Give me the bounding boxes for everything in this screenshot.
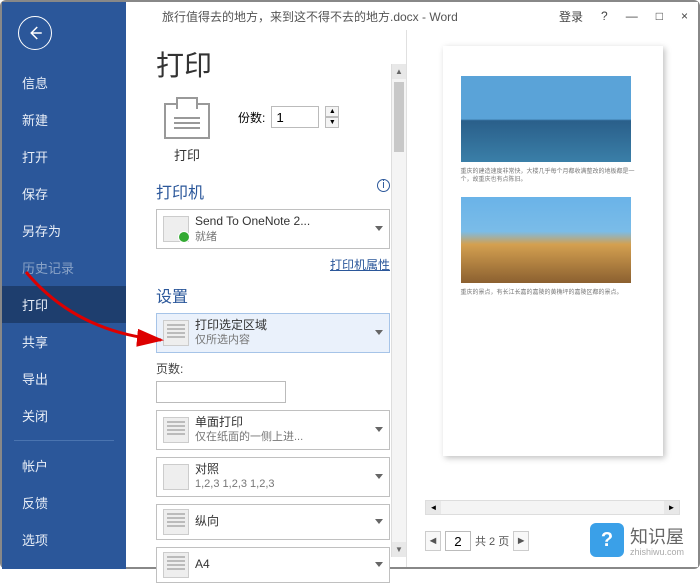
printer-status-icon	[163, 216, 189, 242]
preview-caption-1: 重庆的建造速度非常快，大楼几乎每个月都收满整改的地板都是一个，故重庆也有点陈旧。	[461, 168, 645, 185]
login-link[interactable]: 登录	[559, 8, 583, 25]
duplex-dropdown[interactable]: 单面打印仅在纸面的一侧上进...	[156, 410, 390, 450]
help-button[interactable]: ?	[601, 9, 608, 23]
nav-print[interactable]: 打印	[2, 286, 126, 323]
prev-page-button[interactable]: ◄	[425, 531, 441, 551]
backstage-sidebar: 信息 新建 打开 保存 另存为 历史记录 打印 共享 导出 关闭 帐户 反馈 选…	[2, 2, 126, 569]
nav-history[interactable]: 历史记录	[2, 249, 126, 286]
next-page-button[interactable]: ►	[513, 531, 529, 551]
nav-export[interactable]: 导出	[2, 360, 126, 397]
nav-new[interactable]: 新建	[2, 101, 126, 138]
minimize-button[interactable]: —	[626, 9, 638, 23]
chevron-down-icon	[375, 330, 383, 335]
close-button[interactable]: ×	[681, 9, 688, 23]
watermark-icon	[590, 523, 624, 557]
nav-close[interactable]: 关闭	[2, 397, 126, 434]
preview-hscrollbar[interactable]: ◄►	[425, 500, 680, 515]
pages-input[interactable]	[156, 381, 286, 403]
settings-section-title: 设置	[156, 283, 390, 307]
preview-photo-2	[461, 197, 631, 283]
collate-dropdown[interactable]: 对照1,2,3 1,2,3 1,2,3	[156, 457, 390, 497]
settings-scrollbar[interactable]: ▲▼	[391, 64, 406, 557]
nav-save[interactable]: 保存	[2, 175, 126, 212]
printer-icon	[164, 103, 210, 139]
preview-photo-1	[461, 76, 631, 162]
paper-icon	[163, 552, 189, 578]
print-button[interactable]: 打印	[156, 98, 218, 169]
copies-spinner[interactable]: ▲▼	[325, 106, 339, 128]
nav-account[interactable]: 帐户	[2, 447, 126, 484]
printer-properties-link[interactable]: 打印机属性	[156, 256, 390, 273]
back-button[interactable]	[18, 16, 52, 50]
pages-label: 页数:	[156, 360, 390, 377]
window-title: 旅行值得去的地方，来到这不得不去的地方.docx - Word	[162, 8, 458, 25]
page-icon	[163, 417, 189, 443]
printer-dropdown[interactable]: Send To OneNote 2...就绪	[156, 209, 390, 249]
copies-label: 份数:	[238, 109, 265, 126]
page-number-input[interactable]	[445, 531, 471, 551]
copies-input[interactable]	[271, 106, 319, 128]
watermark: 知识屋zhishiwu.com	[590, 523, 684, 557]
chevron-down-icon	[375, 427, 383, 432]
nav-share[interactable]: 共享	[2, 323, 126, 360]
print-preview-panel: 重庆的建造速度非常快，大楼几乎每个月都收满整改的地板都是一个，故重庆也有点陈旧。…	[406, 30, 698, 567]
nav-open[interactable]: 打开	[2, 138, 126, 175]
page-navigator: ◄ 共 2 页 ►	[425, 531, 529, 551]
orientation-dropdown[interactable]: 纵向	[156, 504, 390, 540]
print-scope-dropdown[interactable]: 打印选定区域仅所选内容	[156, 313, 390, 353]
chevron-down-icon	[375, 562, 383, 567]
nav-saveas[interactable]: 另存为	[2, 212, 126, 249]
maximize-button[interactable]: □	[656, 9, 663, 23]
portrait-icon	[163, 509, 189, 535]
paper-size-dropdown[interactable]: A4	[156, 547, 390, 583]
preview-caption-2: 重庆的景点，有长江长嘉的嘉陵的黄桷坪的嘉陵区都的景点。	[461, 289, 645, 297]
info-icon[interactable]: i	[377, 179, 390, 192]
page-total: 共 2 页	[475, 533, 509, 549]
nav-feedback[interactable]: 反馈	[2, 484, 126, 521]
preview-page: 重庆的建造速度非常快，大楼几乎每个月都收满整改的地板都是一个，故重庆也有点陈旧。…	[443, 46, 663, 456]
chevron-down-icon	[375, 226, 383, 231]
printer-section-title: 打印机i	[156, 179, 390, 203]
chevron-down-icon	[375, 474, 383, 479]
chevron-down-icon	[375, 519, 383, 524]
collate-icon	[163, 464, 189, 490]
page-title: 打印	[156, 44, 390, 84]
nav-options[interactable]: 选项	[2, 521, 126, 558]
nav-info[interactable]: 信息	[2, 64, 126, 101]
document-icon	[163, 320, 189, 346]
print-settings-panel: 打印 打印 份数: ▲▼ 打印机i Send To OneNote 2...就绪…	[126, 30, 406, 567]
